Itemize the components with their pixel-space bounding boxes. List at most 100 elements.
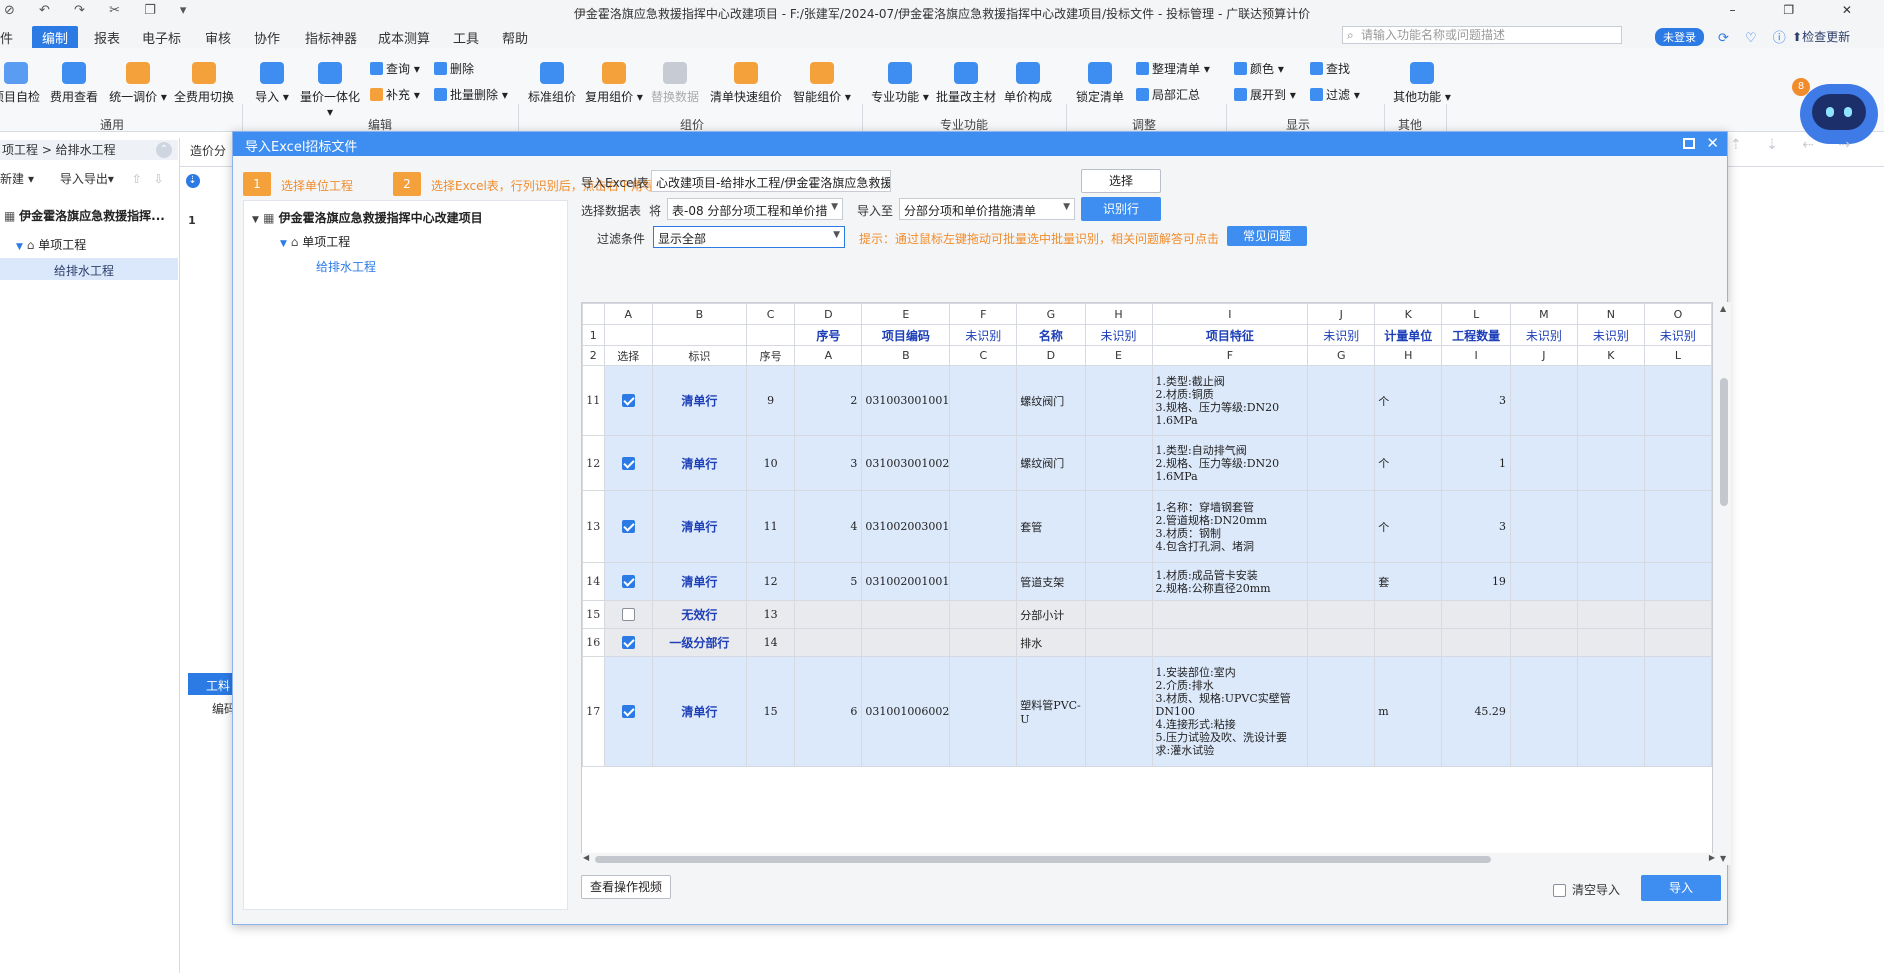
row-mark[interactable]: 一级分部行 — [651, 628, 747, 657]
import-confirm-button[interactable]: 导入 — [1641, 875, 1721, 901]
row-mark[interactable]: 清单行 — [651, 562, 747, 601]
query-button[interactable]: 查询 ▾ — [370, 60, 420, 77]
unit-price-button[interactable]: 单价构成 — [1000, 62, 1056, 105]
select-checkbox-cell[interactable] — [603, 490, 653, 563]
excel-path-field[interactable]: 心改建项目-给排水工程/伊金霍洛旗应急救援指挥中心改建项目-给排水工程.xlsx — [651, 170, 891, 192]
unified-price-button[interactable]: 统一调价 ▾ — [106, 62, 170, 105]
filter-select[interactable]: 显示全部 ▼ — [653, 226, 845, 248]
menu-index[interactable]: 指标神器 — [305, 28, 357, 47]
sheet-select[interactable]: 表-08 分部分项工程和单价措 ▼ — [667, 198, 843, 220]
maximize-icon[interactable] — [1683, 138, 1695, 149]
menu-cost[interactable]: 成本测算 — [378, 28, 430, 47]
col-type-select[interactable]: 序号 — [794, 324, 863, 346]
col-type-select[interactable]: 项目特征 — [1151, 324, 1309, 346]
project-check-button[interactable]: 项目自检 — [0, 62, 42, 105]
tree-root-project[interactable]: ▼ ▦ 伊金霍洛旗应急救援指挥中心改建项目 — [252, 209, 483, 226]
check-update-button[interactable]: ⬆检查更新 — [1792, 28, 1850, 45]
row-checkbox[interactable] — [621, 394, 635, 408]
quantity-price-button[interactable]: 量价一体化 ▾ — [298, 62, 362, 119]
row-mark[interactable]: 清单行 — [651, 656, 747, 767]
view-video-button[interactable]: 查看操作视频 — [581, 875, 671, 899]
col-type-select[interactable]: 项目编码 — [861, 324, 951, 346]
lock-list-button[interactable]: 锁定清单 — [1072, 62, 1128, 105]
partial-summary-button[interactable]: 局部汇总 — [1136, 86, 1200, 103]
nav-arrows-icon[interactable]: ⇡ ⇣ ⇠ ⇢ — [1730, 137, 1880, 161]
left-tree-unit[interactable]: 给排水工程 — [0, 258, 178, 280]
table-row[interactable]: 17 清单行 15 6 031001006002 塑料管PVC-U 1.安装部位:室内 2.… — [582, 656, 1712, 767]
menu-file[interactable]: 件 — [0, 28, 13, 47]
menu-report[interactable]: 报表 — [94, 28, 120, 47]
background-tab[interactable]: 造价分 — [190, 142, 226, 159]
color-button[interactable]: 颜色 ▾ — [1234, 60, 1284, 77]
col-type-select[interactable]: 未识别 — [949, 324, 1018, 346]
select-file-button[interactable]: 选择 — [1081, 169, 1161, 193]
row-mark[interactable]: 无效行 — [651, 600, 747, 629]
supplement-button[interactable]: 补充 ▾ — [370, 86, 420, 103]
import-to-select[interactable]: 分部分项和单价措施清单 ▼ — [899, 198, 1075, 220]
menu-review[interactable]: 审核 — [205, 28, 231, 47]
batch-delete-button[interactable]: 批量删除 ▾ — [434, 86, 508, 103]
delete-button[interactable]: 删除 — [434, 60, 474, 77]
left-tree-root[interactable]: ▦ 伊金霍洛旗应急救援指挥... — [4, 207, 165, 224]
row-mark[interactable]: 清单行 — [651, 365, 747, 436]
login-button[interactable]: 未登录 — [1655, 28, 1704, 46]
close-icon[interactable]: ✕ — [1706, 134, 1719, 152]
clear-import-checkbox[interactable]: 清空导入 — [1553, 881, 1620, 898]
background-bottom-tab[interactable]: 工料 — [188, 673, 232, 695]
menu-collab[interactable]: 协作 — [254, 28, 280, 47]
col-type-select[interactable]: 未识别 — [1084, 324, 1153, 346]
move-down-icon[interactable]: ⇩ — [154, 172, 164, 186]
tree-single-project[interactable]: ▼ ⌂ 单项工程 — [280, 233, 350, 250]
col-type-select[interactable]: 名称 — [1016, 324, 1086, 346]
search-input[interactable]: ⌕ 请输入功能名称或问题描述 — [1342, 26, 1622, 44]
organize-list-button[interactable]: 整理清单 ▾ — [1136, 60, 1210, 77]
expand-to-button[interactable]: 展开到 ▾ — [1234, 86, 1296, 103]
row-mark[interactable]: 清单行 — [651, 490, 747, 563]
menu-tools[interactable]: 工具 — [453, 28, 479, 47]
select-checkbox-cell[interactable] — [603, 600, 653, 629]
other-functions-button[interactable]: 其他功能 ▾ — [1390, 62, 1454, 105]
col-type-select[interactable]: 未识别 — [1643, 324, 1712, 346]
table-row[interactable]: 11 清单行 9 2 031003001001 螺纹阀门 1.类型:截止阀 2.材质:铜质 … — [582, 365, 1712, 436]
col-type-select[interactable]: 计量单位 — [1374, 324, 1443, 346]
horizontal-scrollbar[interactable]: ◀ ▶ — [581, 853, 1717, 865]
row-checkbox[interactable] — [621, 608, 635, 622]
select-checkbox-cell[interactable] — [603, 365, 653, 436]
col-type-select[interactable]: 未识别 — [1509, 324, 1578, 346]
select-checkbox-cell[interactable] — [603, 628, 653, 657]
row-mark[interactable]: 清单行 — [651, 435, 747, 491]
vertical-scrollbar[interactable]: ▲ ▼ — [1717, 302, 1731, 865]
menu-help[interactable]: 帮助 — [502, 28, 528, 47]
download-icon[interactable]: ⇣ — [185, 174, 200, 188]
sync-icon[interactable]: ⟳ ♡ ⓘ — [1718, 27, 1792, 46]
menu-e-bid[interactable]: 电子标 — [142, 28, 181, 47]
table-row[interactable]: 16 一级分部行 14 排水 — [582, 628, 1712, 657]
import-button[interactable]: 导入 ▾ — [252, 62, 292, 105]
select-checkbox-cell[interactable] — [603, 435, 653, 491]
standard-pricing-button[interactable]: 标准组价 — [526, 62, 578, 105]
professional-button[interactable]: 专业功能 ▾ — [868, 62, 932, 105]
full-cost-switch-button[interactable]: 全费用切换 — [172, 62, 236, 105]
batch-material-button[interactable]: 批量改主材 — [934, 62, 998, 105]
row-checkbox[interactable] — [621, 636, 635, 650]
row-checkbox[interactable] — [621, 705, 635, 719]
left-tree-single[interactable]: ▼ ⌂ 单项工程 — [16, 236, 86, 253]
table-row[interactable]: 15 无效行 13 分部小计 — [582, 600, 1712, 629]
cost-view-button[interactable]: 费用查看 — [46, 62, 102, 105]
faq-button[interactable]: 常见问题 — [1227, 226, 1307, 246]
table-row[interactable]: 14 清单行 12 5 031002001001 管道支架 1.材质:成品管卡安装 2.规格… — [582, 562, 1712, 601]
identify-rows-button[interactable]: 识别行 — [1081, 197, 1161, 221]
table-row[interactable]: 13 清单行 11 4 031002003001 套管 1.名称：穿墙钢套管 2.管道规格:… — [582, 490, 1712, 563]
move-up-icon[interactable]: ⇧ — [132, 172, 142, 186]
table-row[interactable]: 12 清单行 10 3 031003001002 螺纹阀门 1.类型:自动排气阀 2.规格、… — [582, 435, 1712, 491]
quick-pricing-button[interactable]: 清单快速组价 — [706, 62, 786, 105]
select-checkbox-cell[interactable] — [603, 656, 653, 767]
tree-unit-project[interactable]: 给排水工程 — [316, 258, 376, 275]
new-button[interactable]: 新建 — [0, 172, 24, 186]
col-type-select[interactable]: 未识别 — [1576, 324, 1645, 346]
row-checkbox[interactable] — [621, 520, 635, 534]
col-type-select[interactable]: 未识别 — [1307, 324, 1376, 346]
replace-data-button[interactable]: 替换数据 — [648, 62, 702, 105]
window-controls[interactable]: – ❐ ✕ — [1730, 3, 1874, 17]
filter-button[interactable]: 过滤 ▾ — [1310, 86, 1360, 103]
